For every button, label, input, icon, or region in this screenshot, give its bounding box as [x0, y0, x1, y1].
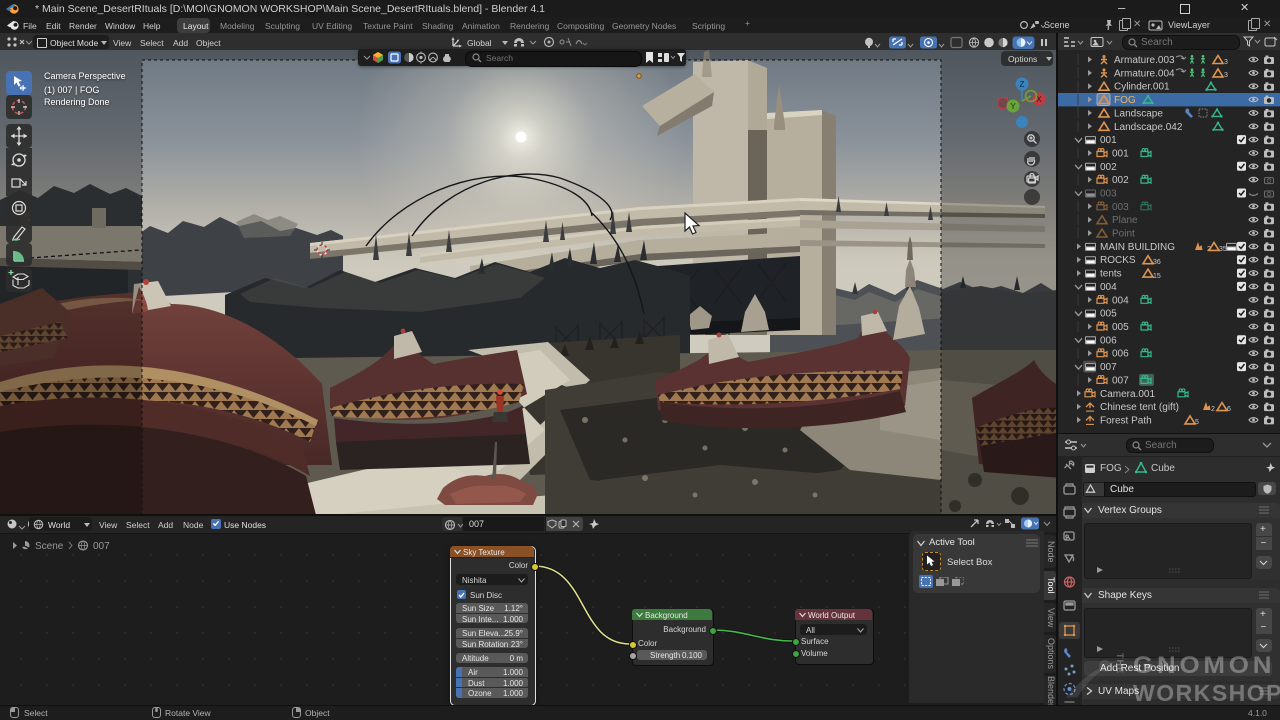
svg-text:Z: Z	[1020, 80, 1025, 89]
svg-text:Chinese tent (gift): Chinese tent (gift)	[1100, 402, 1179, 413]
svg-text:006: 006	[1112, 349, 1129, 360]
svg-text:Armature.003: Armature.003	[1114, 55, 1175, 66]
svg-text:007: 007	[1112, 375, 1129, 386]
svg-text:6: 6	[1227, 406, 1231, 413]
svg-text:002: 002	[1100, 162, 1117, 173]
svg-text:Landscape.042: Landscape.042	[1114, 122, 1183, 133]
svg-text:005: 005	[1112, 322, 1129, 333]
svg-text:Armature.004: Armature.004	[1114, 68, 1175, 79]
svg-text:5: 5	[1195, 419, 1199, 426]
svg-text:001: 001	[1100, 135, 1117, 146]
svg-text:2: 2	[1211, 406, 1215, 413]
svg-text:Forest Path: Forest Path	[1100, 415, 1152, 426]
svg-text:004: 004	[1112, 295, 1129, 306]
svg-text:Plane: Plane	[1112, 215, 1138, 226]
svg-text:002: 002	[1112, 175, 1129, 186]
svg-text:005: 005	[1100, 309, 1117, 320]
svg-text:35: 35	[1219, 246, 1227, 253]
svg-text:FOG: FOG	[1114, 95, 1136, 106]
svg-text:3: 3	[1224, 72, 1228, 79]
svg-text:Point: Point	[1112, 229, 1135, 240]
svg-text:007: 007	[1100, 362, 1117, 373]
svg-text:001: 001	[1112, 149, 1129, 160]
svg-text:3: 3	[1224, 59, 1228, 66]
svg-text:ROCKS: ROCKS	[1100, 255, 1136, 266]
svg-text:Landscape: Landscape	[1114, 108, 1163, 119]
svg-text:MAIN BUILDING: MAIN BUILDING	[1100, 242, 1175, 253]
svg-text:003: 003	[1112, 202, 1129, 213]
svg-text:36: 36	[1153, 259, 1161, 266]
svg-text:Camera.001: Camera.001	[1100, 389, 1155, 400]
svg-text:003: 003	[1100, 189, 1117, 200]
svg-text:006: 006	[1100, 335, 1117, 346]
svg-text:004: 004	[1100, 282, 1117, 293]
svg-text:15: 15	[1153, 273, 1161, 280]
svg-text:Cylinder.001: Cylinder.001	[1114, 82, 1170, 93]
svg-text:tents: tents	[1100, 269, 1122, 280]
svg-text:Y: Y	[1010, 102, 1016, 111]
